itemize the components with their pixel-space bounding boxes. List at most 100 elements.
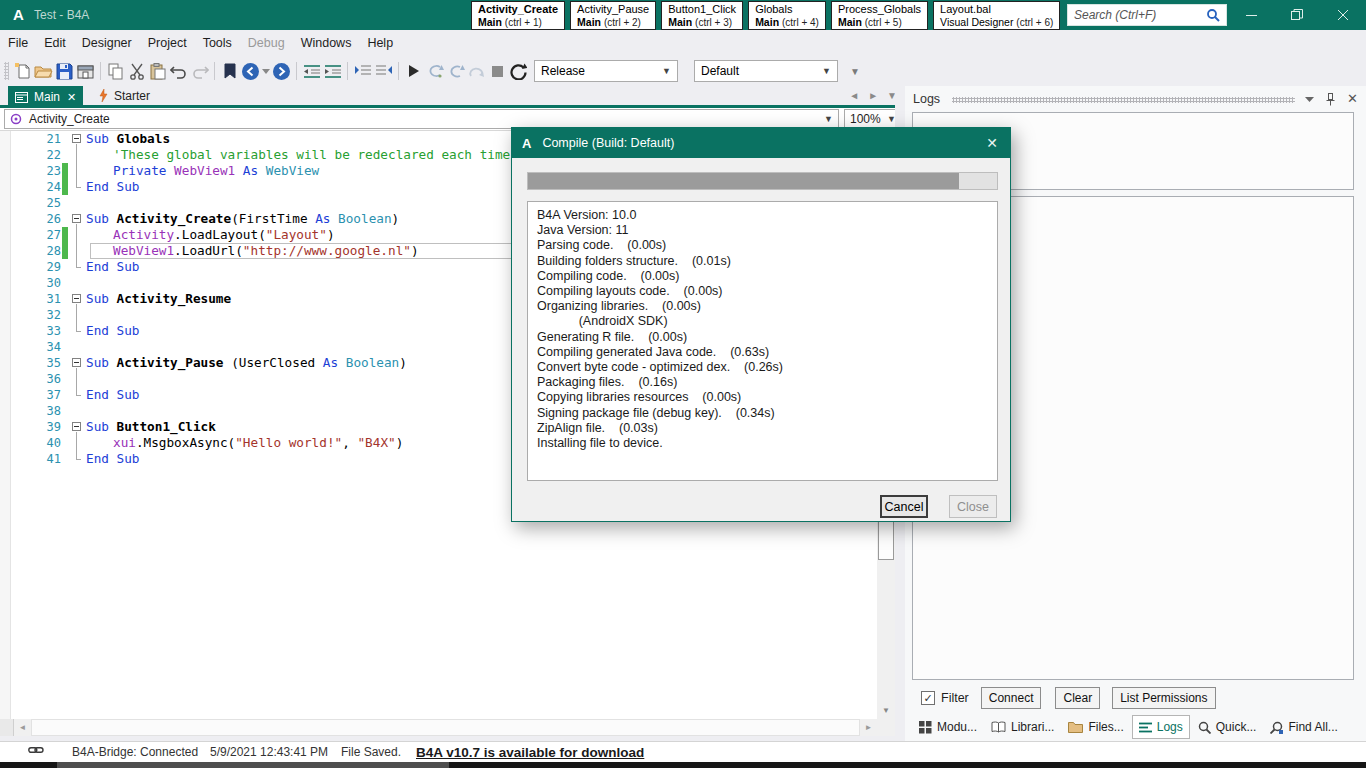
quick-jump-process_globals[interactable]: Process_GlobalsMain (ctrl + 5): [831, 1, 928, 30]
update-link[interactable]: B4A v10.7 is available for download: [416, 745, 644, 760]
search-icon[interactable]: [1206, 8, 1220, 22]
horizontal-scroll-track[interactable]: [31, 719, 860, 736]
minimize-button[interactable]: [1228, 0, 1274, 30]
connect-button[interactable]: Connect: [981, 687, 1042, 709]
form-icon: [15, 92, 28, 103]
menu-tools[interactable]: Tools: [195, 30, 240, 56]
menu-designer[interactable]: Designer: [74, 30, 140, 56]
paste-icon[interactable]: [147, 61, 168, 82]
menu-debug[interactable]: Debug: [240, 30, 293, 56]
compile-dialog-titlebar[interactable]: A Compile (Build: Default) ✕: [512, 128, 1010, 158]
menu-help[interactable]: Help: [359, 30, 401, 56]
filter-label: Filter: [941, 691, 969, 705]
toolbar-grip: [4, 62, 9, 80]
panel-close-icon[interactable]: ✕: [1347, 94, 1358, 104]
cancel-button[interactable]: Cancel: [880, 495, 928, 518]
compile-log-line: Packaging files. (0.16s): [537, 375, 988, 390]
restore-button[interactable]: [1274, 0, 1320, 30]
new-project-icon[interactable]: [12, 61, 33, 82]
splitter-grip[interactable]: [0, 719, 14, 736]
quick-jump-globals[interactable]: GlobalsMain (ctrl + 4): [748, 1, 826, 30]
quick-jump-layout.bal[interactable]: Layout.balVisual Designer (ctrl + 6): [933, 1, 1060, 30]
step-icon[interactable]: [445, 61, 466, 82]
status-datetime: 5/9/2021 12:43:41 PM: [210, 745, 328, 759]
compile-log-line: Copying libraries resources (0.00s): [537, 390, 988, 405]
navigate-back-icon[interactable]: [240, 61, 261, 82]
outdent-icon[interactable]: [301, 61, 322, 82]
build-configuration-select[interactable]: Release▼: [534, 60, 678, 82]
compile-log-line: B4A Version: 10.0: [537, 208, 988, 223]
filter-checkbox[interactable]: ✓: [921, 691, 935, 705]
sub-selector-combo[interactable]: Activity_Create ▼: [4, 109, 839, 129]
menu-windows[interactable]: Windows: [293, 30, 360, 56]
compile-log-line: Compiling layouts code. (0.00s): [537, 284, 988, 299]
restart-icon[interactable]: [508, 61, 529, 82]
list-permissions-button[interactable]: List Permissions: [1112, 687, 1215, 709]
tab-starter[interactable]: Starter: [92, 86, 157, 105]
run-icon[interactable]: [403, 61, 424, 82]
close-tab-icon[interactable]: ✕: [67, 91, 76, 104]
export-icon[interactable]: [75, 61, 96, 82]
compile-log-line: Generating R file. (0.00s): [537, 330, 988, 345]
search-placeholder: Search (Ctrl+F): [1074, 8, 1206, 22]
panel-tab-librari[interactable]: Librari...: [985, 716, 1060, 738]
toolbar-overflow-icon[interactable]: ▼: [850, 66, 860, 77]
clear-button[interactable]: Clear: [1055, 687, 1100, 709]
editor-horizontal-scrollbar[interactable]: ◄ ►: [0, 719, 895, 736]
scroll-right-icon[interactable]: ►: [860, 719, 877, 736]
open-project-icon[interactable]: [33, 61, 54, 82]
save-icon[interactable]: [54, 61, 75, 82]
logs-panel-title: Logs: [913, 92, 940, 106]
resume-icon[interactable]: [424, 61, 445, 82]
logs-panel-header: Logs ✕: [913, 90, 1358, 108]
app-logo: A: [13, 6, 24, 23]
scroll-left-icon[interactable]: ◄: [14, 719, 31, 736]
bookmark-icon[interactable]: [219, 61, 240, 82]
zoom-combo[interactable]: 100% ▼: [844, 109, 902, 129]
dialog-logo: A: [522, 136, 531, 151]
indent-icon[interactable]: [322, 61, 343, 82]
scroll-down-icon[interactable]: ▼: [877, 702, 895, 719]
panel-drag-texture: [952, 97, 1295, 103]
panel-tab-logs[interactable]: Logs: [1132, 715, 1190, 739]
libraries-icon: [991, 721, 1006, 733]
compile-log-line: Convert byte code - optimized dex. (0.26…: [537, 360, 988, 375]
dialog-close-icon[interactable]: ✕: [986, 135, 998, 151]
tab-scroll-arrows[interactable]: ◄►▼: [849, 90, 897, 101]
pin-icon[interactable]: [1326, 93, 1335, 106]
panel-tab-modu[interactable]: Modu...: [913, 716, 983, 738]
compile-log-line: Organizing libraries. (0.00s): [537, 299, 988, 314]
step-over-icon[interactable]: [466, 61, 487, 82]
panel-tab-files[interactable]: Files...: [1062, 716, 1129, 738]
stop-icon[interactable]: [487, 61, 508, 82]
toolbar: Release▼ Default▼ ▼: [0, 56, 1366, 86]
quick-jump-button1_click[interactable]: Button1_ClickMain (ctrl + 3): [661, 1, 743, 30]
build-profile-select[interactable]: Default▼: [694, 60, 838, 82]
compile-log-line: Compiling code. (0.00s): [537, 269, 988, 284]
navigate-forward-icon[interactable]: [271, 61, 292, 82]
back-dropdown-icon[interactable]: [261, 61, 271, 82]
compile-progress-bar: [527, 172, 998, 190]
panel-menu-icon[interactable]: [1305, 97, 1314, 102]
redo-icon[interactable]: [189, 61, 210, 82]
menu-file[interactable]: File: [0, 30, 36, 56]
comment-icon[interactable]: [352, 61, 373, 82]
quick-jump-activity_pause[interactable]: Activity_PauseMain (ctrl + 2): [570, 1, 656, 30]
title-bar: A Test - B4A Activity_CreateMain (ctrl +…: [0, 0, 1366, 30]
close-button[interactable]: [1320, 0, 1366, 30]
menu-edit[interactable]: Edit: [36, 30, 74, 56]
undo-icon[interactable]: [168, 61, 189, 82]
quick-jump-activity_create[interactable]: Activity_CreateMain (ctrl + 1): [471, 1, 565, 30]
status-bar: B4A-Bridge: Connected 5/9/2021 12:43:41 …: [0, 741, 1366, 762]
cut-icon[interactable]: [126, 61, 147, 82]
copy-icon[interactable]: [105, 61, 126, 82]
menu-project[interactable]: Project: [140, 30, 195, 56]
panel-tab-quick[interactable]: Quick...: [1192, 716, 1263, 738]
panel-tab-find all[interactable]: Find All...: [1264, 716, 1343, 738]
lightning-icon: [99, 89, 108, 102]
compile-log-line: (AndroidX SDK): [537, 314, 988, 329]
uncomment-icon[interactable]: [373, 61, 394, 82]
dialog-title: Compile (Build: Default): [542, 136, 674, 150]
search-input[interactable]: Search (Ctrl+F): [1067, 4, 1227, 26]
tab-main[interactable]: Main ✕: [8, 86, 83, 108]
